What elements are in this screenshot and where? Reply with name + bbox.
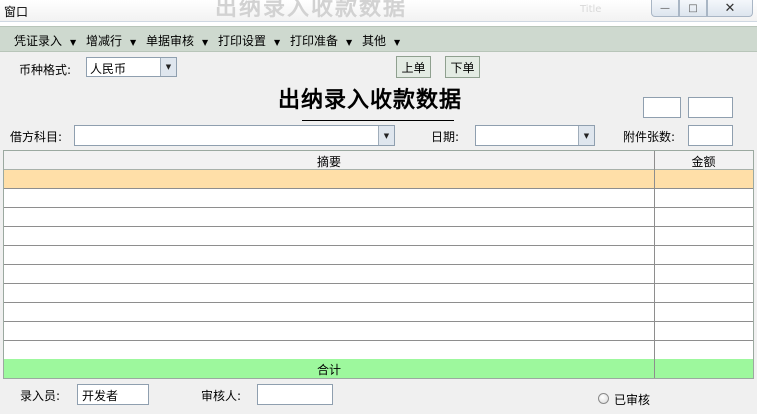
close-icon: ✕ xyxy=(724,0,736,16)
date-picker[interactable]: ▼ xyxy=(475,125,595,146)
dropdown-arrow-icon: ▼ xyxy=(70,38,77,47)
table-row[interactable] xyxy=(4,303,753,322)
reviewer-label: 审核人: xyxy=(201,389,242,403)
menu-label: 凭证录入 xyxy=(14,34,63,48)
window-title: 窗口 xyxy=(4,5,29,19)
table-row[interactable] xyxy=(4,246,753,265)
menu-bar: 凭证录入 ▼ 增减行 ▼ 单据审核 ▼ 打印设置 ▼ 打印准备 ▼ 其他 ▼ xyxy=(0,26,757,52)
attachments-label: 附件张数: xyxy=(623,130,676,144)
page-title: 出纳录入收款数据 xyxy=(278,87,463,113)
title-underline xyxy=(302,120,454,121)
dropdown-arrow-icon: ▼ xyxy=(346,38,353,47)
title-bar: 窗口 出纳录入收款数据 Title — □ ✕ xyxy=(0,0,757,22)
menu-other[interactable]: 其他 ▼ xyxy=(362,32,400,49)
table-row[interactable] xyxy=(4,170,753,189)
table-row[interactable] xyxy=(4,284,753,303)
table-row[interactable] xyxy=(4,341,753,360)
total-row: 合计 xyxy=(4,359,753,378)
currency-select[interactable]: 人民币 ▼ xyxy=(86,57,177,77)
column-divider xyxy=(654,151,655,378)
menu-add-remove-row[interactable]: 增减行 ▼ xyxy=(86,32,136,49)
menu-voucher-entry[interactable]: 凭证录入 ▼ xyxy=(14,32,76,49)
menu-label: 打印设置 xyxy=(218,34,267,48)
dropdown-arrow-icon: ▼ xyxy=(202,38,209,47)
menu-label: 其他 xyxy=(362,34,387,48)
maximize-button[interactable]: □ xyxy=(679,0,707,17)
next-button[interactable]: 下单 xyxy=(445,56,480,78)
reviewed-radio[interactable] xyxy=(598,393,609,404)
entry-person-field[interactable]: 开发者 xyxy=(77,384,149,405)
reviewed-label: 已审核 xyxy=(614,393,651,407)
menu-print-settings[interactable]: 打印设置 ▼ xyxy=(218,32,280,49)
minimize-button[interactable]: — xyxy=(651,0,679,17)
currency-value: 人民币 xyxy=(90,62,127,76)
menu-label: 打印准备 xyxy=(290,34,339,48)
reviewer-field[interactable] xyxy=(257,384,333,405)
chevron-down-icon[interactable]: ▼ xyxy=(378,126,394,145)
entries-grid: 摘要 金额 合计 xyxy=(3,150,754,379)
menu-label: 增减行 xyxy=(86,34,123,48)
entry-person-value: 开发者 xyxy=(82,389,119,403)
menu-label: 单据审核 xyxy=(146,34,195,48)
entry-person-label: 录入员: xyxy=(20,389,61,403)
attachments-input[interactable] xyxy=(688,125,733,146)
debit-account-label: 借方科目: xyxy=(10,130,63,144)
close-button[interactable]: ✕ xyxy=(707,0,753,17)
chevron-down-icon[interactable]: ▼ xyxy=(578,126,594,145)
total-label: 合计 xyxy=(316,363,341,377)
menu-document-review[interactable]: 单据审核 ▼ xyxy=(146,32,208,49)
dropdown-arrow-icon: ▼ xyxy=(394,38,401,47)
window-controls: — □ ✕ xyxy=(651,0,753,17)
grid-header: 摘要 金额 xyxy=(4,151,753,170)
column-header-summary[interactable]: 摘要 xyxy=(4,153,654,170)
column-header-amount[interactable]: 金额 xyxy=(654,153,753,170)
table-row[interactable] xyxy=(4,227,753,246)
date-label: 日期: xyxy=(431,130,460,144)
extra-field-1[interactable] xyxy=(643,97,681,118)
currency-label: 币种格式: xyxy=(19,63,72,77)
maximize-icon: □ xyxy=(688,2,698,14)
table-row[interactable] xyxy=(4,189,753,208)
table-row[interactable] xyxy=(4,208,753,227)
prev-button[interactable]: 上单 xyxy=(396,56,431,78)
debit-account-select[interactable]: ▼ xyxy=(74,125,395,146)
chevron-down-icon[interactable]: ▼ xyxy=(160,58,176,76)
minimize-icon: — xyxy=(660,2,670,14)
table-row[interactable] xyxy=(4,265,753,284)
dropdown-arrow-icon: ▼ xyxy=(274,38,281,47)
menu-print-prepare[interactable]: 打印准备 ▼ xyxy=(290,32,352,49)
extra-field-2[interactable] xyxy=(688,97,733,118)
background-small-caption: Title xyxy=(580,4,602,15)
background-caption: 出纳录入收款数据 xyxy=(215,0,408,21)
table-row[interactable] xyxy=(4,322,753,341)
dropdown-arrow-icon: ▼ xyxy=(130,38,137,47)
